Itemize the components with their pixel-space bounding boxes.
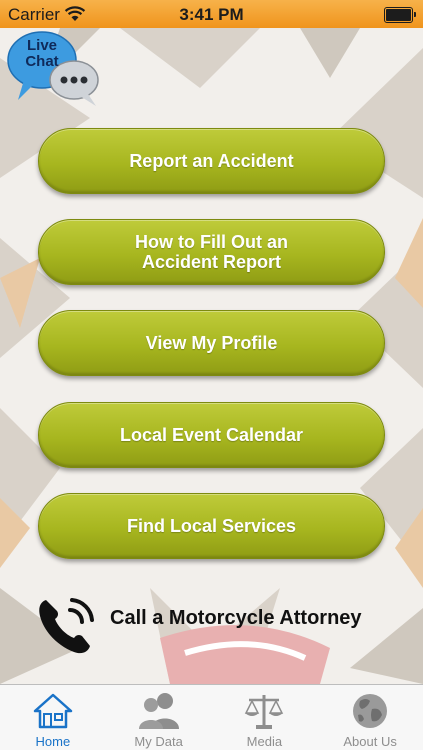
home-icon bbox=[33, 693, 73, 729]
live-chat-button[interactable]: Live Chat bbox=[4, 28, 104, 108]
tab-my-data-label: My Data bbox=[134, 734, 183, 749]
globe-icon bbox=[353, 694, 388, 728]
report-accident-label: Report an Accident bbox=[129, 151, 294, 171]
report-accident-button[interactable]: Report an Accident bbox=[38, 128, 385, 194]
battery-icon bbox=[384, 7, 416, 23]
local-services-button[interactable]: Find Local Services bbox=[38, 493, 385, 559]
call-attorney-button[interactable]: Call a Motorcycle Attorney bbox=[36, 592, 396, 656]
view-profile-button[interactable]: View My Profile bbox=[38, 310, 385, 376]
event-calendar-button[interactable]: Local Event Calendar bbox=[38, 402, 385, 468]
tab-about-us-label: About Us bbox=[343, 734, 397, 749]
fill-out-report-button[interactable]: How to Fill Out an Accident Report bbox=[38, 219, 385, 285]
tab-my-data[interactable]: My Data bbox=[106, 685, 212, 750]
view-profile-label: View My Profile bbox=[145, 333, 278, 353]
phone-call-icon bbox=[39, 598, 94, 654]
tab-bar: Home My Data Media About Us bbox=[0, 684, 423, 750]
people-icon bbox=[138, 693, 179, 729]
status-bar: Carrier 3:41 PM bbox=[0, 0, 423, 28]
call-attorney-label: Call a Motorcycle Attorney bbox=[110, 607, 362, 629]
tab-home[interactable]: Home bbox=[0, 685, 106, 750]
fill-out-report-label: How to Fill Out an Accident Report bbox=[135, 232, 288, 272]
local-services-label: Find Local Services bbox=[126, 516, 297, 536]
tab-about-us[interactable]: About Us bbox=[317, 685, 423, 750]
live-chat-label: Live Chat bbox=[25, 37, 59, 70]
status-time: 3:41 PM bbox=[179, 5, 244, 24]
tab-media-label: Media bbox=[246, 734, 283, 749]
tab-home-label: Home bbox=[35, 734, 71, 749]
scales-icon bbox=[245, 695, 284, 729]
tab-media[interactable]: Media bbox=[212, 685, 318, 750]
event-calendar-label: Local Event Calendar bbox=[119, 425, 304, 445]
